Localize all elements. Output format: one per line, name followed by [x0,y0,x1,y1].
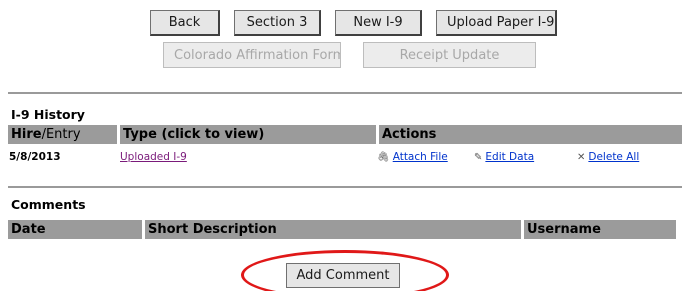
column-header-hire-entry[interactable]: Hire/Entry [8,125,120,144]
i9-history-title: I-9 History [11,107,85,122]
section-3-button[interactable]: Section 3 [234,10,321,36]
comments-header-row: Date Short Description Username [8,220,676,239]
column-header-username: Username [527,222,601,237]
pencil-icon: ✎ [474,152,483,163]
delete-all-link[interactable]: Delete All [588,151,639,163]
colorado-affirmation-form-button[interactable]: Colorado Affirmation Form [163,42,341,68]
close-icon: ✕ [577,152,586,163]
paperclip-icon: 🖇 [377,152,390,163]
colorado-affirmation-form-button-label: Colorado Affirmation Form [174,47,341,63]
edit-data-action: ✎ Edit Data [474,151,534,163]
new-i9-button[interactable]: New I-9 [335,10,422,36]
column-header-short-description: Short Description [145,220,524,239]
back-button-label: Back [168,15,201,30]
history-header-row: Hire/Entry Type (click to view) Actions [8,125,682,144]
receipt-update-button-label: Receipt Update [399,47,500,63]
column-header-type[interactable]: Type (click to view) [120,125,379,144]
back-button[interactable]: Back [150,10,220,36]
receipt-update-button[interactable]: Receipt Update [363,42,536,68]
edit-data-link[interactable]: Edit Data [485,151,534,163]
section-3-button-label: Section 3 [246,15,308,30]
attach-file-link[interactable]: Attach File [393,151,448,163]
divider-top [8,92,682,94]
history-row-type: Uploaded I-9 [120,151,187,163]
attach-file-action: 🖇 Attach File [377,151,448,163]
history-row-date: 5/8/2013 [9,151,61,163]
column-header-actions: Actions [382,127,437,142]
comments-title: Comments [11,197,86,212]
divider-middle [8,186,682,188]
uploaded-i9-link[interactable]: Uploaded I-9 [120,151,187,163]
delete-all-action: ✕ Delete All [577,151,639,163]
upload-paper-i9-button-label: Upload Paper I-9 [447,15,555,30]
highlight-ellipse [241,250,449,291]
new-i9-button-label: New I-9 [353,15,403,30]
hire-label: Hire [11,127,42,142]
entry-label: /Entry [41,127,81,142]
upload-paper-i9-button[interactable]: Upload Paper I-9 [436,10,557,36]
column-header-date: Date [8,220,145,239]
